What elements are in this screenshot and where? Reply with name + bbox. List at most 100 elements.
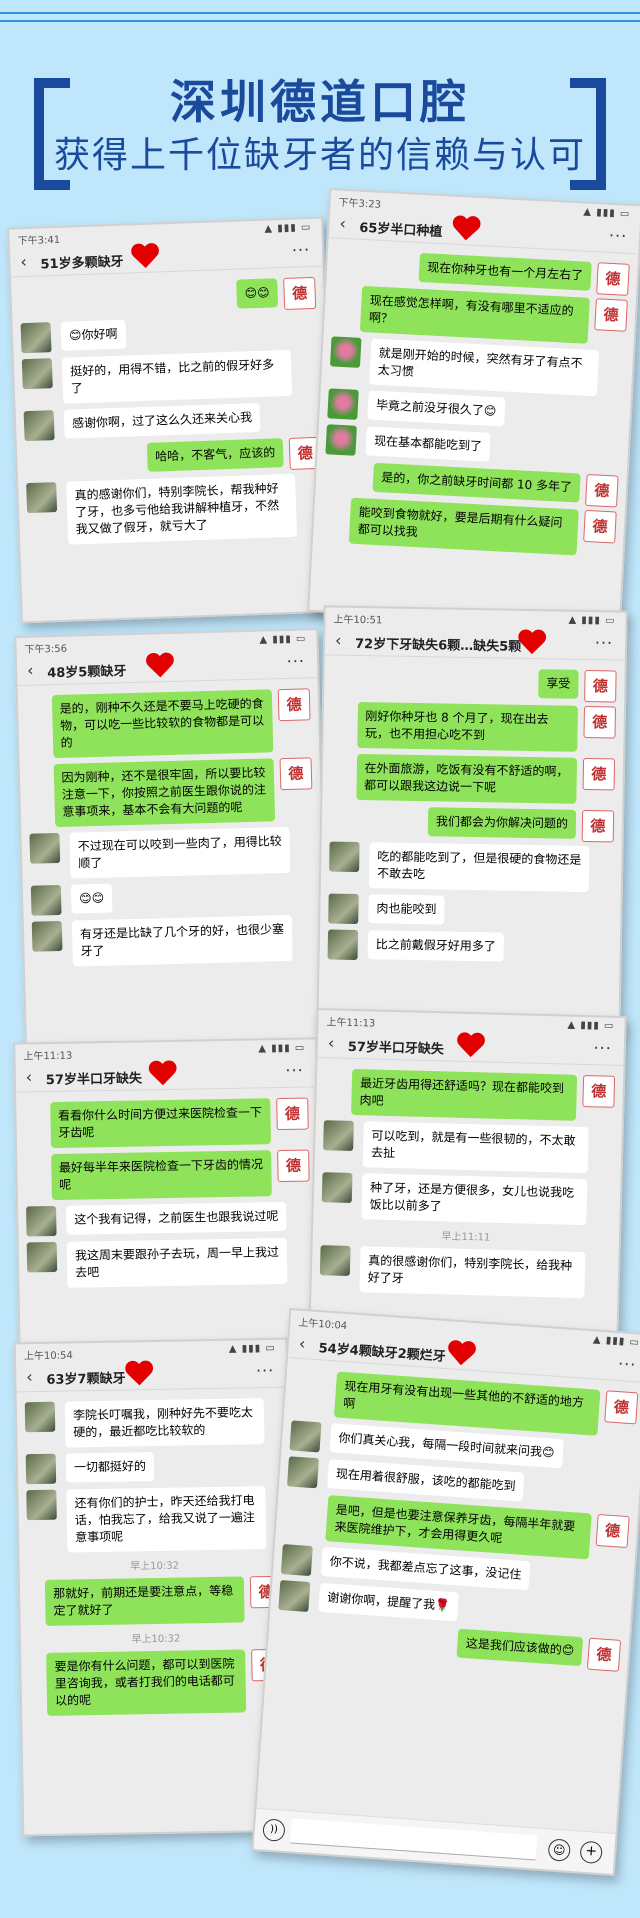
avatar[interactable]: 德 [583,509,617,544]
avatar[interactable] [329,841,360,873]
chat-header: ‹ 63岁7颗缺牙 ··· [16,1358,287,1393]
avatar[interactable] [278,1580,311,1613]
avatar[interactable] [327,388,359,420]
avatar[interactable]: 德 [283,276,317,311]
outgoing-message: 德最好每半年来医院检查一下牙齿的情况呢 [25,1149,310,1201]
voice-icon[interactable]: )) [262,1818,286,1842]
avatar[interactable] [328,893,359,925]
outgoing-message: 德刚好你种牙也 8 个月了，现在出去玩，也不用担心吃不到 [331,701,617,753]
back-icon[interactable]: ‹ [298,1334,306,1353]
back-icon[interactable]: ‹ [20,252,27,271]
message-bubble: 现在用着很舒服，该吃的都能吃到 [326,1459,525,1502]
chat-screenshot-card: 上午10:04 ▲ ▮▮▮ ▭ ‹ 54岁4颗缺牙2颗烂牙 ··· 德现在用牙有没… [251,1307,640,1877]
emoji-icon[interactable]: ☺ [547,1838,571,1862]
message-bubble: 李院长叮嘱我，刚种好先不要吃太硬的，最近都吃比较软的 [64,1398,265,1448]
message-bubble: 能咬到食物就好，要是后期有什么疑问都可以找我 [349,497,579,556]
avatar[interactable] [321,1172,353,1203]
avatar[interactable] [323,1120,354,1152]
avatar[interactable] [289,1420,322,1453]
status-time: 下午3:23 [338,197,382,211]
avatar[interactable] [26,482,58,514]
avatar[interactable] [286,1456,319,1489]
avatar[interactable] [30,884,62,916]
back-icon[interactable]: ‹ [27,661,34,680]
more-icon[interactable]: ··· [256,1361,275,1380]
signal-icon: ▲ ▮▮▮ ▭ [258,1042,306,1055]
more-icon[interactable]: ··· [608,226,627,246]
message-bubble: 看看你什么时间方便过来医院检查一下牙齿呢 [49,1098,272,1149]
avatar[interactable]: 德 [582,757,616,791]
avatar[interactable] [319,1245,351,1276]
message-bubble: 要是你有什么问题，都可以到医院里咨询我，或者打我们的电话都可以的呢 [46,1649,247,1716]
avatar[interactable]: 德 [596,262,630,296]
page-subtitle: 获得上千位缺牙者的信赖与认可 [53,135,586,176]
avatar[interactable] [29,832,61,864]
timestamp: 早上10:32 [130,1560,180,1573]
chat-title: 57岁半口牙缺失 [347,1039,445,1058]
avatar[interactable] [325,424,357,456]
message-bubble: 谢谢你啊，提醒了我🌹 [318,1582,459,1622]
message-bubble: 我们都会为你解决问题的 [427,807,577,839]
chat-title: 65岁半口种植 [358,220,443,241]
avatar[interactable] [327,929,359,961]
avatar[interactable]: 德 [276,1097,309,1131]
heart-icon [517,630,547,657]
avatar[interactable] [24,1401,56,1433]
avatar[interactable]: 德 [584,669,617,703]
incoming-message: 😊😊 [30,878,316,916]
message-bubble: 挺好的，用得不错，比之前的假牙好多了 [61,349,293,404]
avatar[interactable]: 德 [586,1637,622,1672]
avatar[interactable] [280,1544,313,1577]
back-icon[interactable]: ‹ [26,1367,33,1386]
avatar[interactable]: 德 [595,1513,630,1549]
heart-icon [124,1361,154,1388]
incoming-message: 一切都挺好的 [25,1450,280,1485]
outgoing-message: 德我们都会为你解决问题的 [330,806,615,843]
avatar[interactable]: 德 [277,688,311,722]
more-icon[interactable]: ··· [593,1038,612,1057]
avatar[interactable]: 德 [594,298,628,332]
timestamp: 早上11:11 [441,1231,491,1244]
chat-screenshot-card: 上午11:13 ▲ ▮▮▮ ▭ ‹ 57岁半口牙缺失 ··· 德看看你什么时间方便… [13,1037,323,1367]
message-bubble: 真的感谢你们，特别李院长，帮我种好了牙，也多亏他给我讲解种植牙，不然我又做了假牙… [66,473,298,545]
more-icon[interactable]: ··· [595,633,614,652]
message-bubble: 我这周末要跟孙子去玩，周一早上我过去吧 [66,1237,288,1288]
avatar[interactable]: 德 [581,809,615,843]
incoming-message: 感谢你啊，过了这么久还来关心我 [23,401,321,442]
back-icon[interactable]: ‹ [335,631,342,650]
avatar[interactable]: 德 [604,1390,639,1425]
avatar[interactable]: 德 [279,757,313,791]
avatar[interactable] [23,410,55,442]
more-icon[interactable]: ··· [292,240,311,260]
message-bubble: 因为刚种，还不是很牢固，所以要比较注意一下，你按照之前医生跟你说的注意事项来，基… [53,758,276,828]
avatar[interactable] [21,358,53,390]
incoming-message: 挺好的，用得不错，比之前的假牙好多了 [21,349,319,405]
avatar[interactable] [26,1205,57,1237]
avatar[interactable]: 德 [583,705,617,739]
more-icon[interactable]: ··· [286,651,305,670]
incoming-message: 这个我有记得，之前医生也跟我说过呢 [26,1201,310,1237]
message-input[interactable] [290,1818,538,1861]
top-line [0,20,640,22]
back-icon[interactable]: ‹ [328,1033,335,1052]
avatar[interactable] [31,920,63,952]
back-icon[interactable]: ‹ [339,214,346,233]
avatar[interactable] [329,336,362,368]
avatar[interactable] [25,1453,57,1485]
incoming-message: 吃的都能吃到了，但是很硬的食物还是不敢去吃 [329,841,614,893]
back-icon[interactable]: ‹ [26,1067,33,1086]
outgoing-message: 德现在感觉怎样啊，有没有哪里不适应的啊？ [332,284,628,345]
avatar[interactable] [26,1489,57,1521]
avatar[interactable]: 德 [585,473,619,508]
more-icon[interactable]: ··· [617,1354,637,1374]
more-icon[interactable]: ··· [285,1061,304,1080]
chat-title: 57岁半口牙缺失 [45,1071,143,1089]
avatar[interactable]: 德 [277,1149,310,1183]
plus-icon[interactable]: + [579,1840,603,1865]
avatar[interactable]: 德 [582,1074,616,1108]
message-bubble: 一切都挺好的 [65,1452,155,1483]
message-bubble: 现在你种牙也有一个月左右了 [418,252,592,291]
avatar[interactable] [20,322,52,354]
message-bubble: 毕竟之前没牙很久了😊 [367,390,506,427]
avatar[interactable] [26,1241,58,1273]
